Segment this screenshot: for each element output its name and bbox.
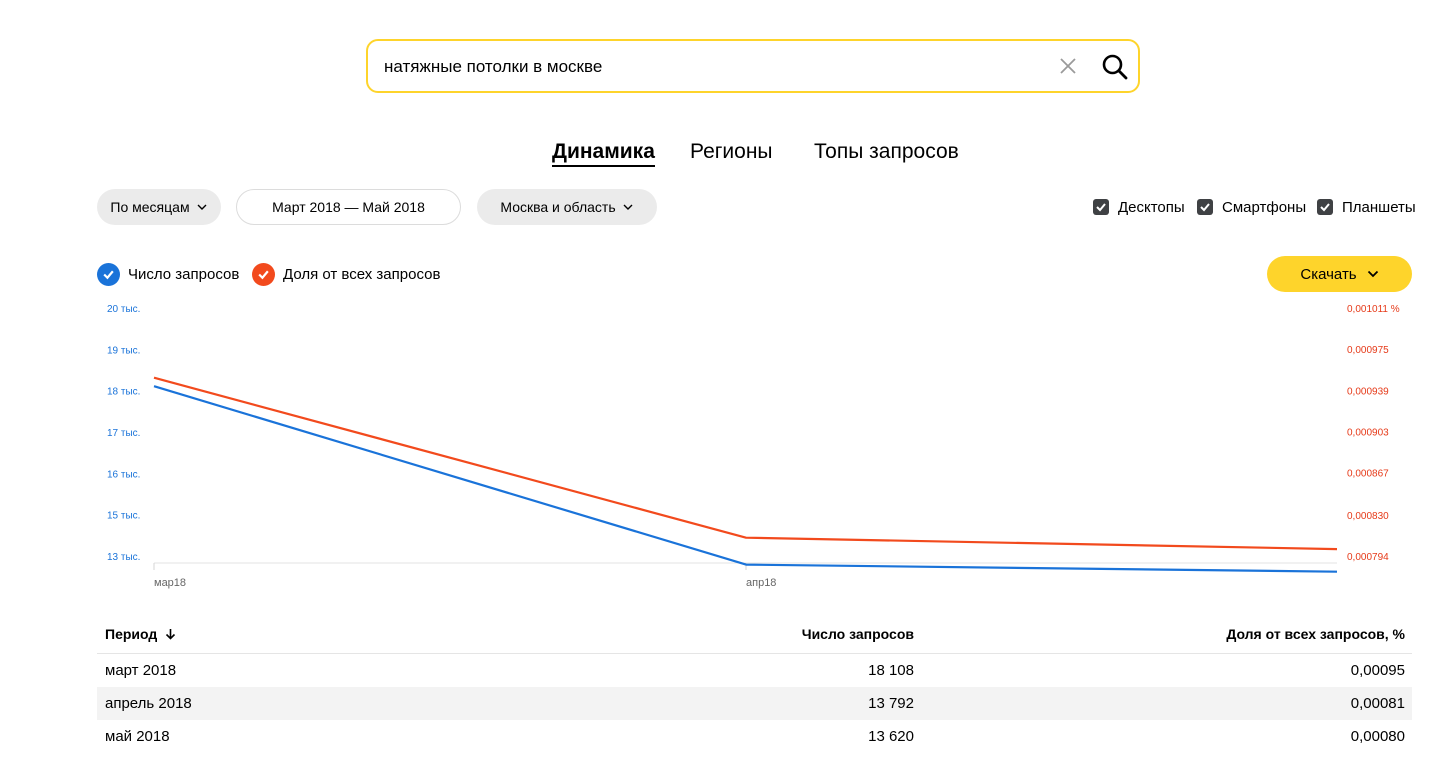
y-left-tick-label: 15 тыс. [107,511,140,522]
column-header-label: Период [105,626,158,642]
y-left-tick-label: 19 тыс. [107,345,140,356]
x-tick-label: мар18 [154,577,186,589]
y-right-tick-label: 0,000939 [1347,386,1389,397]
legend-toggle-share[interactable]: Доля от всех запросов [252,262,440,286]
column-header-count[interactable]: Число запросов [760,626,914,642]
search-input[interactable] [382,41,1056,93]
legend-label: Число запросов [128,265,240,283]
y-right-tick-label: 0,000867 [1347,469,1389,480]
cell-share: 0,00081 [1350,695,1405,712]
y-right-tick-label: 0,000975 [1347,345,1389,356]
period-label: Март 2018 — Май 2018 [272,199,425,215]
download-button[interactable]: Скачать [1267,256,1412,292]
series-line-share [153,376,1338,551]
chevron-down-icon [197,204,207,210]
checkbox-smartphones[interactable]: Смартфоны [1197,198,1306,216]
column-header-share[interactable]: Доля от всех запросов, % [1180,626,1405,642]
close-icon[interactable] [1058,56,1078,76]
region-label: Москва и область [500,199,616,215]
chevron-down-icon [623,204,633,210]
cell-share: 0,00095 [1350,662,1405,679]
y-right-tick-label: 0,000830 [1347,511,1389,522]
y-left-tick-label: 13 тыс. [107,552,140,563]
tab-regions[interactable]: Регионы [690,140,773,164]
region-select[interactable]: Москва и область [477,189,657,225]
checkbox-tablets[interactable]: Планшеты [1317,198,1416,216]
cell-period: май 2018 [105,728,170,745]
cell-count: 13 792 [868,695,914,712]
search-box [366,39,1140,93]
y-left-tick-label: 17 тыс. [107,428,140,439]
table-row: март 2018 18 108 0,00095 [97,654,1412,687]
cell-count: 13 620 [868,728,914,745]
grouping-label: По месяцам [110,199,190,215]
check-icon [97,262,120,286]
table-row: май 2018 13 620 0,00080 [97,720,1412,753]
download-label: Скачать [1300,265,1357,283]
period-picker[interactable]: Март 2018 — Май 2018 [236,189,461,225]
series-line-query-count [153,385,1338,573]
cell-share: 0,00080 [1350,728,1405,745]
chevron-down-icon [1367,270,1378,278]
checkbox-checked-icon [1093,199,1109,215]
arrow-down-icon [166,629,176,640]
search-icon[interactable] [1101,53,1129,81]
tab-dynamics[interactable]: Динамика [552,140,655,167]
checkbox-label: Смартфоны [1222,198,1307,216]
y-right-tick-label: 0,000903 [1347,427,1389,438]
column-header-period[interactable]: Период [105,626,176,642]
grouping-select[interactable]: По месяцам [97,189,221,225]
legend-toggle-query-count[interactable]: Число запросов [97,262,239,286]
checkbox-checked-icon [1197,199,1213,215]
tab-top-queries[interactable]: Топы запросов [814,140,959,164]
checkbox-checked-icon [1317,199,1333,215]
legend-label: Доля от всех запросов [283,265,441,283]
y-left-tick-label: 16 тыс. [107,469,140,480]
y-right-tick-label: 0,000794 [1347,552,1389,563]
checkbox-desktops[interactable]: Десктопы [1093,198,1185,216]
cell-count: 18 108 [868,662,914,679]
x-tick-label: апр18 [746,577,776,589]
cell-period: апрель 2018 [105,695,192,712]
cell-period: март 2018 [105,662,177,679]
y-left-tick-label: 20 тыс. [107,304,140,315]
checkbox-label: Десктопы [1118,198,1185,216]
y-right-tick-label: 0,001011 % [1347,304,1400,315]
check-icon [252,262,275,286]
checkbox-label: Планшеты [1342,198,1416,216]
table-row: апрель 2018 13 792 0,00081 [97,687,1412,720]
y-left-tick-label: 18 тыс. [107,387,140,398]
